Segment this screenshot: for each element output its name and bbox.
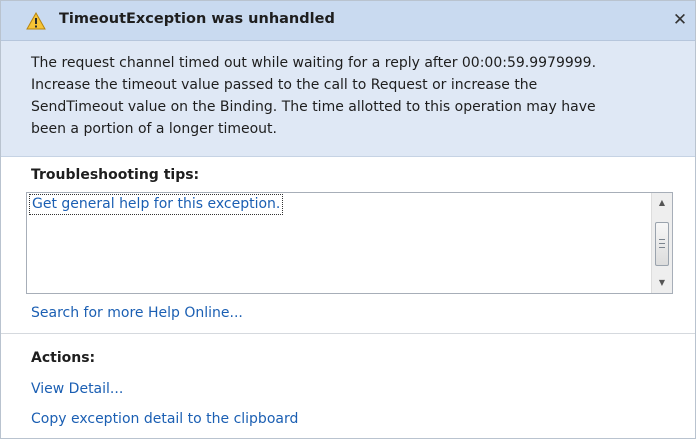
troubleshooting-tips-list[interactable]: Get general help for this exception. ▲ ▼ xyxy=(26,192,673,294)
tips-scrollbar[interactable]: ▲ ▼ xyxy=(651,193,672,293)
title-bar: TimeoutException was unhandled ✕ xyxy=(1,1,695,41)
actions-heading: Actions: xyxy=(31,350,96,366)
close-icon[interactable]: ✕ xyxy=(669,8,691,32)
tip-link-general-help[interactable]: Get general help for this exception. xyxy=(28,194,284,215)
scroll-thumb[interactable] xyxy=(655,222,669,266)
troubleshooting-heading: Troubleshooting tips: xyxy=(31,167,200,183)
view-detail-link[interactable]: View Detail... xyxy=(31,381,123,397)
copy-exception-detail-link[interactable]: Copy exception detail to the clipboard xyxy=(31,411,298,427)
exception-assistant-dialog: TimeoutException was unhandled ✕ The req… xyxy=(0,0,696,439)
scroll-up-icon[interactable]: ▲ xyxy=(652,195,672,211)
warning-icon xyxy=(26,11,46,30)
scroll-down-icon[interactable]: ▼ xyxy=(652,275,672,291)
search-help-online-link[interactable]: Search for more Help Online... xyxy=(31,305,243,321)
section-divider xyxy=(1,333,695,334)
dialog-title: TimeoutException was unhandled xyxy=(59,11,335,27)
exception-message: The request channel timed out while wait… xyxy=(31,55,597,137)
exception-message-panel: The request channel timed out while wait… xyxy=(1,41,695,157)
